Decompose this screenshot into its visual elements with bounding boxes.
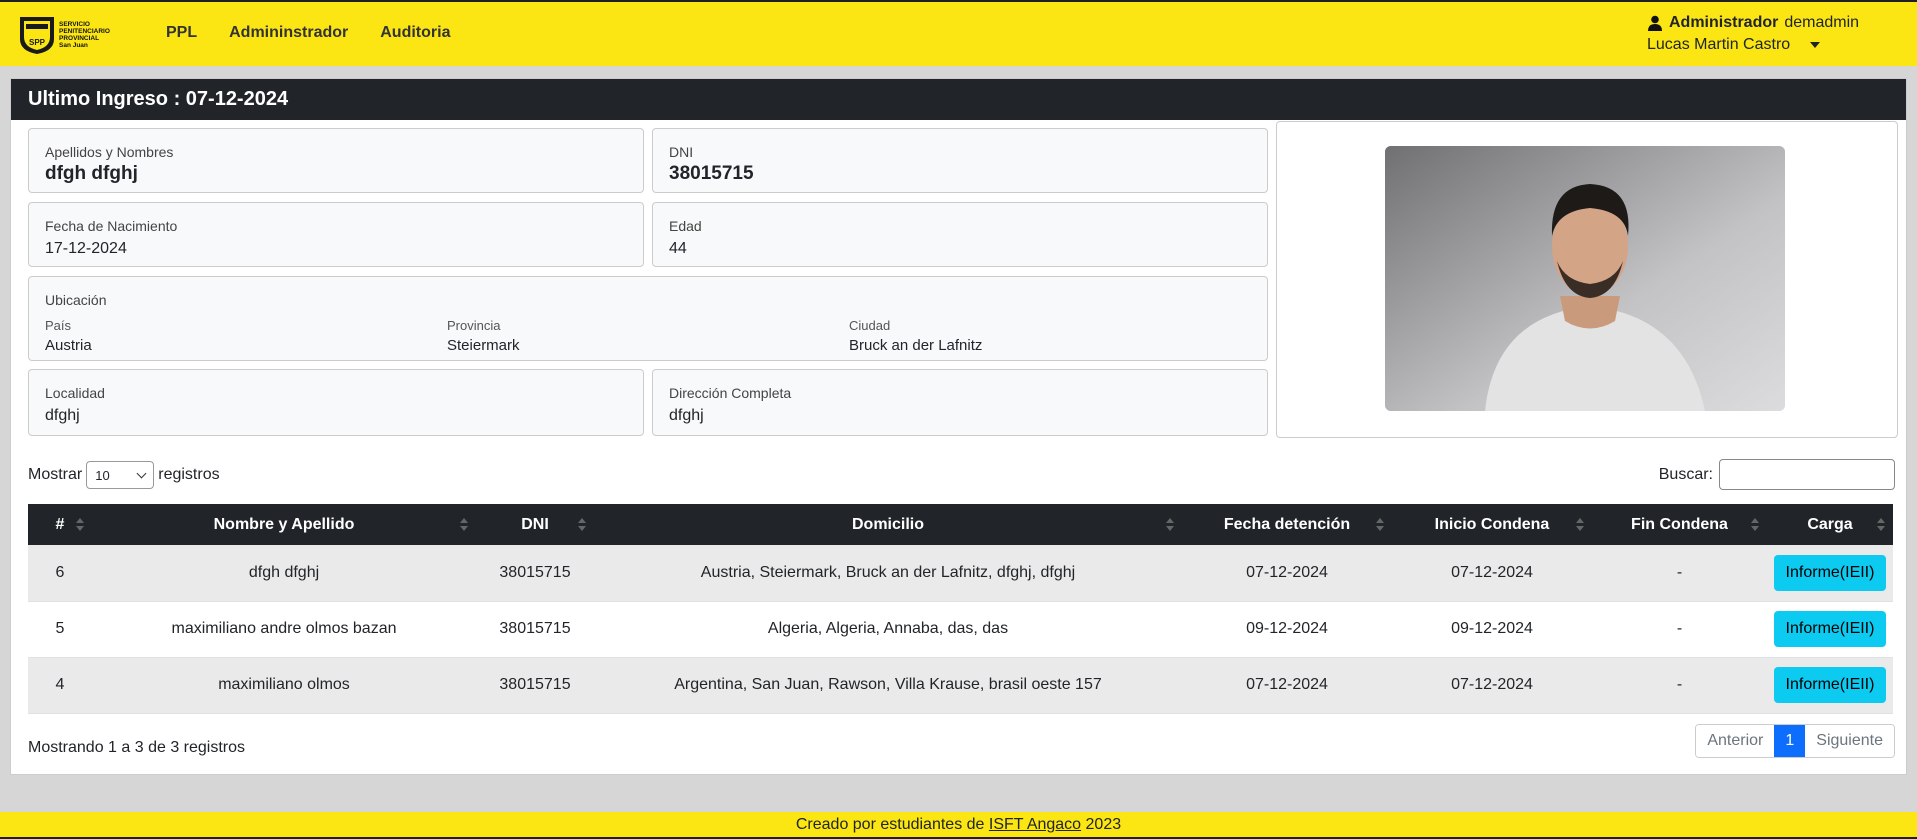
detainee-card: Ultimo Ingreso : 07-12-2024 Apellidos y …: [10, 78, 1907, 775]
logo-badge: SPP: [29, 38, 46, 47]
table-row: 6 dfgh dfghj 38015715 Austria, Steiermar…: [28, 545, 1893, 601]
ciudad-value: Bruck an der Lafnitz: [849, 337, 983, 354]
user-menu[interactable]: Administrador demadmin Lucas Martin Cast…: [1647, 14, 1887, 54]
field-edad: Edad 44: [652, 202, 1268, 267]
col-fecha-detencion[interactable]: Fecha detención: [1182, 504, 1392, 545]
table-header-row: # Nombre y Apellido DNI Domicilio Fecha …: [28, 504, 1893, 545]
col-domicilio[interactable]: Domicilio: [594, 504, 1182, 545]
col-inicio-condena[interactable]: Inicio Condena: [1392, 504, 1592, 545]
informe-button[interactable]: Informe(IEII): [1773, 554, 1887, 591]
col-num[interactable]: #: [28, 504, 92, 545]
card-header-title: Ultimo Ingreso : 07-12-2024: [11, 79, 1906, 120]
field-apellidos: Apellidos y Nombres dfgh dfghj: [28, 128, 644, 193]
col-nombre[interactable]: Nombre y Apellido: [92, 504, 476, 545]
logo-text: SERVICIO PENITENCIARIO PROVINCIAL San Ju…: [59, 21, 110, 49]
username: demadmin: [1784, 14, 1860, 31]
sort-icon: [460, 518, 468, 532]
col-fin-condena[interactable]: Fin Condena: [1592, 504, 1767, 545]
spp-logo[interactable]: SPP SERVICIO PENITENCIARIO PROVINCIAL Sa…: [18, 14, 123, 56]
col-carga[interactable]: Carga: [1767, 504, 1893, 545]
photo-frame: [1276, 121, 1898, 438]
nav-link-auditoria[interactable]: Auditoria: [380, 24, 450, 42]
user-icon: [1648, 15, 1662, 31]
informe-button[interactable]: Informe(IEII): [1773, 611, 1887, 647]
caret-down-icon[interactable]: [1810, 42, 1821, 48]
direccion-value: dfghj: [669, 407, 704, 424]
nav-links: PPL Admininstrador Auditoria: [166, 24, 450, 42]
edad-value: 44: [669, 240, 687, 257]
pais-value: Austria: [45, 337, 92, 354]
field-direccion: Dirección Completa dfghj: [652, 369, 1268, 436]
next-page-button[interactable]: Siguiente: [1805, 725, 1894, 757]
informe-button[interactable]: Informe(IEII): [1773, 667, 1887, 703]
field-localidad: Localidad dfghj: [28, 369, 644, 436]
fecha-nacimiento-value: 17-12-2024: [45, 240, 127, 257]
top-navbar: SPP SERVICIO PENITENCIARIO PROVINCIAL Sa…: [0, 0, 1917, 66]
table-row: 4 maximiliano olmos 38015715 Argentina, …: [28, 657, 1893, 713]
footer: Creado por estudiantes de ISFT Angaco 20…: [0, 812, 1917, 839]
provincia-value: Steiermark: [447, 337, 520, 354]
footer-link[interactable]: ISFT Angaco: [989, 816, 1081, 833]
records-table: # Nombre y Apellido DNI Domicilio Fecha …: [28, 504, 1893, 714]
sort-icon: [1751, 518, 1759, 532]
table-row: 5 maximiliano andre olmos bazan 38015715…: [28, 601, 1893, 657]
table-info: Mostrando 1 a 3 de 3 registros: [28, 739, 246, 756]
nav-link-ppl[interactable]: PPL: [166, 24, 197, 42]
page-1-button[interactable]: 1: [1774, 725, 1806, 757]
page-length-control: Mostrar 10 registros: [28, 461, 220, 489]
user-role: Administrador: [1669, 14, 1779, 31]
sort-icon: [1166, 518, 1174, 532]
detainee-photo: [1385, 146, 1785, 411]
user-full-name: Lucas Martin Castro: [1647, 36, 1791, 53]
sort-icon: [1376, 518, 1384, 532]
prev-page-button[interactable]: Anterior: [1696, 725, 1775, 757]
pagination: Anterior 1 Siguiente: [1695, 724, 1895, 758]
col-dni[interactable]: DNI: [476, 504, 594, 545]
sort-icon: [1576, 518, 1584, 532]
search-control: Buscar:: [1659, 459, 1895, 490]
localidad-value: dfghj: [45, 407, 80, 424]
field-dni: DNI 38015715: [652, 128, 1268, 193]
shield-logo-icon: SPP: [20, 17, 54, 54]
sort-icon: [578, 518, 586, 532]
sort-icon: [76, 518, 84, 532]
page-length-select[interactable]: 10: [86, 461, 155, 489]
search-input[interactable]: [1719, 459, 1895, 490]
apellidos-value: dfgh dfghj: [45, 163, 138, 184]
field-fecha-nacimiento: Fecha de Nacimiento 17-12-2024: [28, 202, 644, 267]
nav-link-administrador[interactable]: Admininstrador: [229, 24, 348, 42]
chevron-down-icon: [136, 468, 147, 478]
dni-value: 38015715: [669, 163, 754, 184]
field-ubicacion: Ubicación País Austria Provincia Steierm…: [28, 276, 1268, 361]
sort-icon: [1877, 518, 1885, 532]
